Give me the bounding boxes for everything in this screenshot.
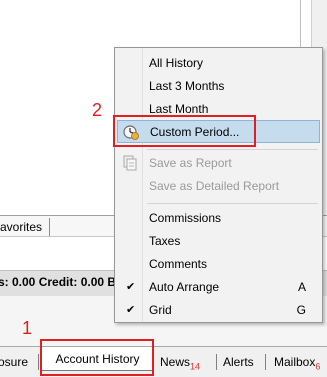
menu-item-auto-arrange[interactable]: ✔ Auto Arrange A — [117, 276, 320, 299]
tab-mailbox[interactable]: Mailbox6 — [274, 352, 320, 372]
favorites-tab[interactable]: avorites — [0, 218, 50, 236]
mailbox-count-badge: 6 — [315, 361, 321, 372]
step-2-highlight-box — [113, 115, 256, 147]
menu-item-all-history[interactable]: All History — [117, 52, 320, 75]
menu-item-shortcut: G — [296, 303, 306, 317]
tab-separator — [216, 354, 217, 370]
checkmark-icon: ✔ — [126, 281, 136, 293]
menu-item-label: Comments — [149, 257, 208, 271]
tab-mailbox-label: Mailbox — [274, 355, 316, 369]
menu-separator — [147, 149, 318, 150]
menu-item-shortcut: A — [297, 280, 306, 294]
menu-item-last-3-months[interactable]: Last 3 Months — [117, 75, 320, 98]
menu-item-label: Auto Arrange — [149, 280, 220, 294]
balance-summary-text: s: 0.00 Credit: 0.00 B — [0, 275, 117, 289]
menu-item-save-as-report: Save as Report — [117, 152, 320, 175]
menu-item-label: Save as Report — [149, 156, 232, 170]
tab-news[interactable]: News14 — [160, 352, 200, 372]
report-icon — [123, 155, 137, 171]
menu-item-grid[interactable]: ✔ Grid G — [117, 299, 320, 322]
menu-separator — [147, 203, 318, 204]
menu-item-commissions[interactable]: Commissions — [117, 207, 320, 230]
tab-exposure[interactable]: osure — [0, 352, 28, 372]
tab-separator — [265, 354, 266, 370]
checkmark-icon: ✔ — [126, 304, 136, 316]
tab-news-label: News — [160, 355, 191, 369]
history-context-menu: All History Last 3 Months Last Month Cus… — [114, 47, 323, 323]
menu-item-comments[interactable]: Comments — [117, 253, 320, 276]
menu-item-save-as-detailed-report: Save as Detailed Report — [117, 175, 320, 198]
tab-alerts[interactable]: Alerts — [223, 352, 254, 372]
menu-item-label: Save as Detailed Report — [149, 179, 280, 193]
tab-separator — [38, 354, 39, 370]
news-count-badge: 14 — [190, 361, 201, 372]
menu-item-taxes[interactable]: Taxes — [117, 230, 320, 253]
menu-item-label: Commissions — [149, 211, 222, 225]
menu-item-label: Taxes — [149, 234, 181, 248]
step-1-highlight-box — [40, 339, 154, 376]
step-1-label: 1 — [22, 318, 33, 338]
step-2-label: 2 — [92, 100, 103, 120]
menu-item-label: Grid — [149, 303, 172, 317]
menu-item-label: All History — [149, 56, 204, 70]
menu-item-label: Last 3 Months — [149, 79, 225, 93]
